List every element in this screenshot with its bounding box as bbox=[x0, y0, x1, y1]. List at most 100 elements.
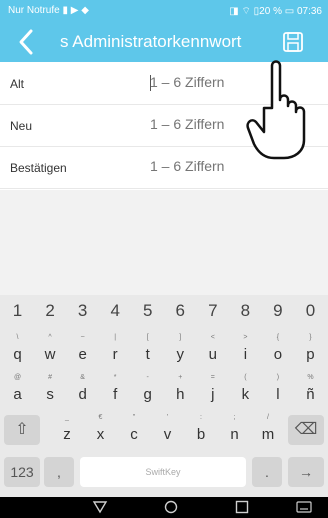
number-key[interactable]: 5 bbox=[133, 301, 163, 327]
save-icon[interactable] bbox=[282, 31, 304, 53]
key-label: j bbox=[211, 386, 215, 403]
letter-key[interactable]: ^ w bbox=[35, 333, 65, 369]
enter-key[interactable]: → bbox=[288, 457, 324, 487]
key-label: d bbox=[78, 386, 87, 403]
key-label: t bbox=[145, 346, 150, 363]
key-label: w bbox=[44, 346, 56, 363]
key-secondary-label: > bbox=[243, 334, 248, 341]
new-password-label: Neu bbox=[10, 119, 33, 133]
letter-key[interactable]: € x bbox=[86, 413, 116, 449]
letter-key[interactable]: ] y bbox=[165, 333, 195, 369]
key-secondary-label: ( bbox=[244, 374, 247, 381]
letter-key[interactable]: } p bbox=[295, 333, 325, 369]
key-secondary-label: } bbox=[309, 334, 312, 341]
letter-key[interactable]: " c bbox=[119, 413, 149, 449]
letter-key[interactable]: ) l bbox=[263, 373, 293, 409]
key-secondary-label: { bbox=[276, 334, 280, 341]
key-secondary-label: & bbox=[80, 374, 85, 381]
letter-key[interactable]: > i bbox=[230, 333, 260, 369]
key-label: f bbox=[113, 386, 118, 403]
number-key[interactable]: 4 bbox=[100, 301, 130, 327]
letter-key[interactable]: ; n bbox=[220, 413, 250, 449]
number-key[interactable]: 3 bbox=[68, 301, 98, 327]
key-secondary-label: % bbox=[307, 374, 314, 381]
key-secondary-label: / bbox=[267, 414, 269, 421]
status-left-text: Nur Notrufe ▮ ▶ ◆ bbox=[8, 5, 89, 16]
confirm-password-label: Bestätigen bbox=[10, 161, 67, 175]
key-label: a bbox=[13, 386, 22, 403]
key-label: s bbox=[46, 386, 54, 403]
key-label: l bbox=[276, 386, 280, 403]
number-key[interactable]: 6 bbox=[165, 301, 195, 327]
number-key[interactable]: 8 bbox=[230, 301, 260, 327]
key-label: z bbox=[63, 426, 71, 443]
letter-key[interactable]: % ñ bbox=[295, 373, 325, 409]
number-key[interactable]: 9 bbox=[263, 301, 293, 327]
key-label: y bbox=[176, 346, 185, 363]
letter-key[interactable]: -g bbox=[133, 373, 163, 409]
letter-key[interactable]: @ a bbox=[3, 373, 33, 409]
number-key[interactable]: 0 bbox=[295, 301, 325, 327]
key-label: m bbox=[261, 426, 275, 443]
tap-hand-icon bbox=[246, 60, 306, 160]
key-secondary-label: # bbox=[48, 374, 53, 381]
letter-key[interactable]: [t bbox=[133, 333, 163, 369]
letter-key[interactable]: * f bbox=[100, 373, 130, 409]
triangle-back-icon[interactable] bbox=[92, 500, 108, 514]
key-label: o bbox=[273, 346, 283, 363]
comma-key[interactable]: , bbox=[44, 457, 74, 487]
letter-key[interactable]: + h bbox=[165, 373, 195, 409]
letter-key[interactable]: | r bbox=[100, 333, 130, 369]
old-password-label: Alt bbox=[10, 77, 25, 91]
letter-key[interactable]: _ z bbox=[52, 413, 82, 449]
square-recents-icon[interactable] bbox=[234, 500, 250, 514]
key-secondary-label: ] bbox=[179, 334, 182, 341]
keyboard-icon[interactable] bbox=[296, 500, 312, 514]
letter-key[interactable]: < u bbox=[198, 333, 228, 369]
letter-key[interactable]: ' v bbox=[153, 413, 183, 449]
key-secondary-label: [ bbox=[146, 334, 149, 341]
key-label: g bbox=[143, 386, 152, 403]
chevron-left-icon[interactable] bbox=[14, 27, 38, 57]
key-label: i bbox=[243, 346, 248, 363]
letter-key[interactable]: ~ e bbox=[68, 333, 98, 369]
shift-key[interactable]: ⇧ bbox=[4, 415, 40, 445]
key-secondary-label: _ bbox=[65, 414, 69, 421]
space-key[interactable]: SwiftKey bbox=[80, 457, 246, 487]
period-key[interactable]: . bbox=[252, 457, 282, 487]
letter-key[interactable]: :b bbox=[186, 413, 216, 449]
bottom-row: 123 , SwiftKey . → bbox=[0, 453, 328, 493]
letter-key[interactable]: # s bbox=[35, 373, 65, 409]
key-secondary-label: - bbox=[146, 374, 149, 381]
number-key[interactable]: 1 bbox=[3, 301, 33, 327]
key-secondary-label: " bbox=[132, 414, 136, 421]
key-label: c bbox=[130, 426, 138, 443]
key-label: k bbox=[241, 386, 250, 403]
key-secondary-label: ) bbox=[276, 374, 280, 381]
key-label: x bbox=[96, 426, 105, 443]
status-bar: Nur Notrufe ▮ ▶ ◆ ◨ ⌔ ▯20 % ▭ 07:36 bbox=[0, 0, 328, 22]
app-bar: s Administratorkennwort bbox=[0, 22, 328, 62]
key-label: r bbox=[112, 346, 118, 363]
key-secondary-label: \ bbox=[16, 334, 19, 341]
key-label: e bbox=[78, 346, 87, 363]
key-label: q bbox=[13, 346, 22, 363]
key-label: h bbox=[176, 386, 185, 403]
symbols-key[interactable]: 123 bbox=[4, 457, 40, 487]
backspace-key[interactable]: ⌫ bbox=[288, 415, 324, 445]
number-row: 1234567890 bbox=[0, 295, 328, 329]
letter-key[interactable]: / m bbox=[253, 413, 283, 449]
letter-row-2: @ a # s & d * f - g + h = j(k) l% ñ bbox=[0, 371, 328, 411]
letter-key[interactable]: (k bbox=[230, 373, 260, 409]
letter-key[interactable]: & d bbox=[68, 373, 98, 409]
key-secondary-label: < bbox=[210, 334, 215, 341]
circle-home-icon[interactable] bbox=[163, 500, 179, 514]
top-bar: Nur Notrufe ▮ ▶ ◆ ◨ ⌔ ▯20 % ▭ 07:36 s Ad… bbox=[0, 0, 328, 62]
content-area bbox=[0, 190, 328, 295]
letter-key[interactable]: {o bbox=[263, 333, 293, 369]
letter-key[interactable]: = j bbox=[198, 373, 228, 409]
number-key[interactable]: 2 bbox=[35, 301, 65, 327]
letter-key[interactable]: \ q bbox=[3, 333, 33, 369]
key-label: u bbox=[208, 346, 217, 363]
number-key[interactable]: 7 bbox=[198, 301, 228, 327]
